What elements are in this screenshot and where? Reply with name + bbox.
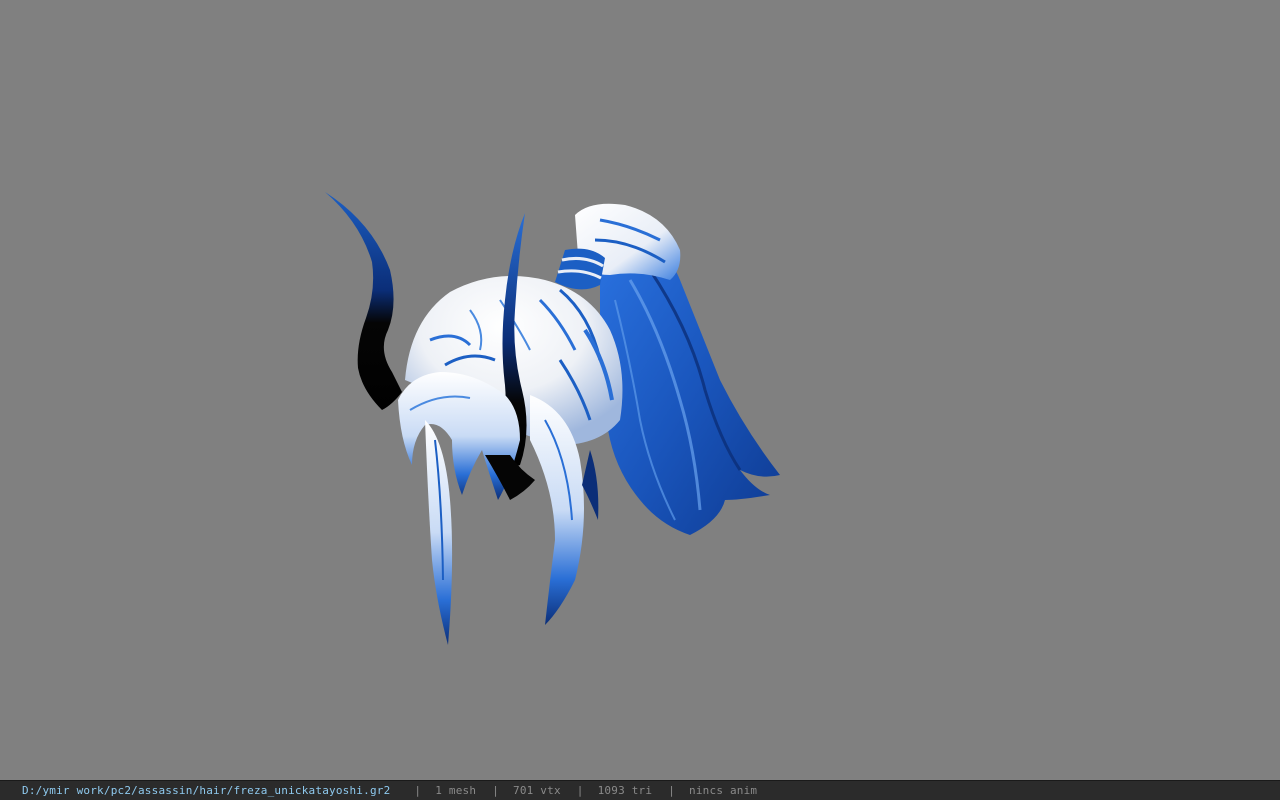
vertex-count: 701 vtx: [513, 784, 561, 797]
separator: |: [414, 784, 422, 797]
hair-model-render[interactable]: [300, 180, 800, 660]
3d-viewport[interactable]: [0, 0, 1280, 780]
status-bar: D:/ymir work/pc2/assassin/hair/freza_uni…: [0, 780, 1280, 800]
mesh-count: 1 mesh: [435, 784, 477, 797]
separator: |: [492, 784, 500, 797]
separator: |: [668, 784, 676, 797]
triangle-count: 1093 tri: [597, 784, 653, 797]
animation-status: nincs anim: [689, 784, 758, 797]
separator: |: [576, 784, 584, 797]
file-path: D:/ymir work/pc2/assassin/hair/freza_uni…: [22, 784, 391, 797]
